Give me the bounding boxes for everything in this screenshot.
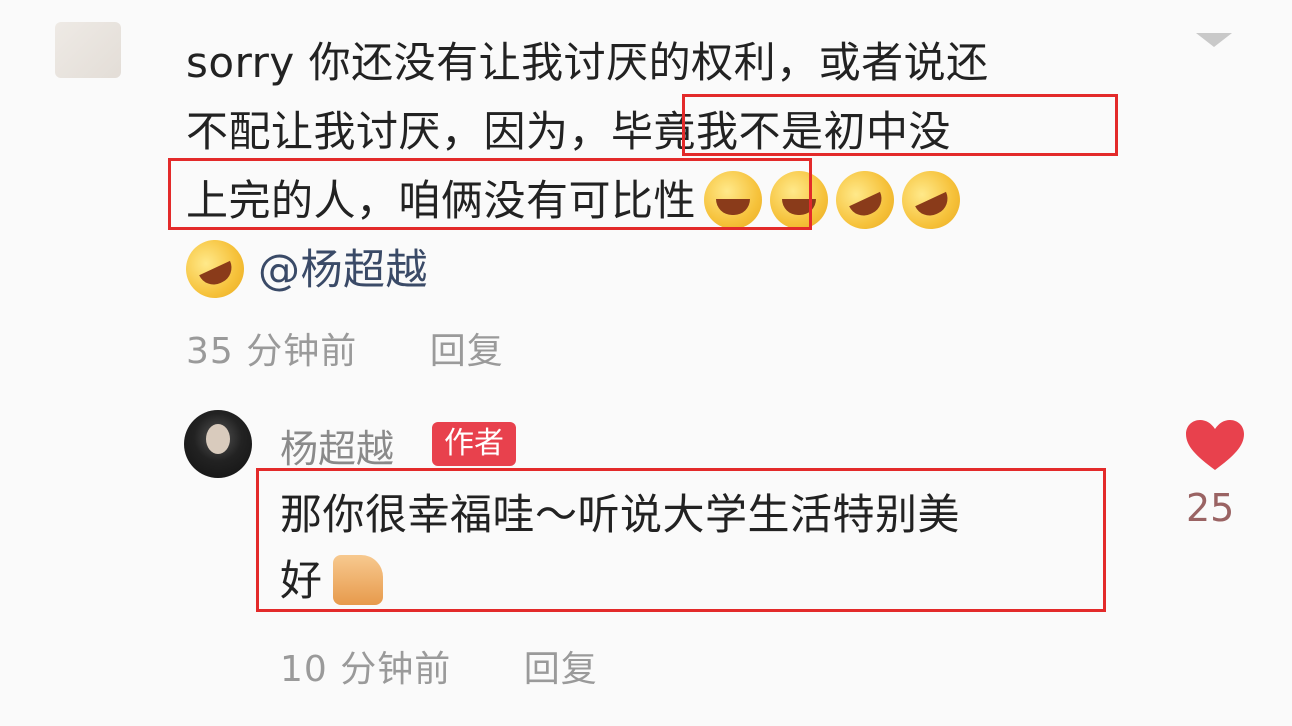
heart-like-icon[interactable] (1186, 420, 1244, 472)
like-count: 25 (1186, 486, 1235, 530)
rolling-laughing-emoji-icon (826, 160, 904, 239)
author-avatar[interactable] (184, 410, 252, 478)
commenter-avatar[interactable] (55, 22, 121, 78)
highlight-box-1 (682, 94, 1118, 156)
rolling-laughing-emoji-icon (176, 229, 254, 308)
author-badge: 作者 (432, 422, 516, 466)
comment-line-4: @杨超越 (176, 229, 1146, 308)
author-name[interactable]: 杨超越 (280, 418, 394, 473)
highlight-box-2 (168, 158, 812, 230)
rolling-laughing-emoji-icon (892, 160, 970, 239)
comment-reply-button[interactable]: 回复 (430, 331, 504, 372)
comment-timestamp: 35 分钟前 (186, 331, 358, 372)
comment-line-1: sorry 你还没有让我讨厌的权利，或者说还 (186, 38, 989, 87)
comment-meta: 35 分钟前 回复 (186, 322, 564, 374)
reply-reply-button[interactable]: 回复 (524, 649, 598, 690)
collapse-arrow-icon[interactable] (1196, 33, 1232, 47)
reply-timestamp: 10 分钟前 (280, 649, 452, 690)
reply-meta: 10 分钟前 回复 (280, 640, 658, 692)
highlight-box-3 (256, 468, 1106, 612)
mention-link[interactable]: @杨超越 (258, 245, 428, 294)
comment-line-2-prefix: 不配让我讨厌，因为， (186, 107, 612, 156)
